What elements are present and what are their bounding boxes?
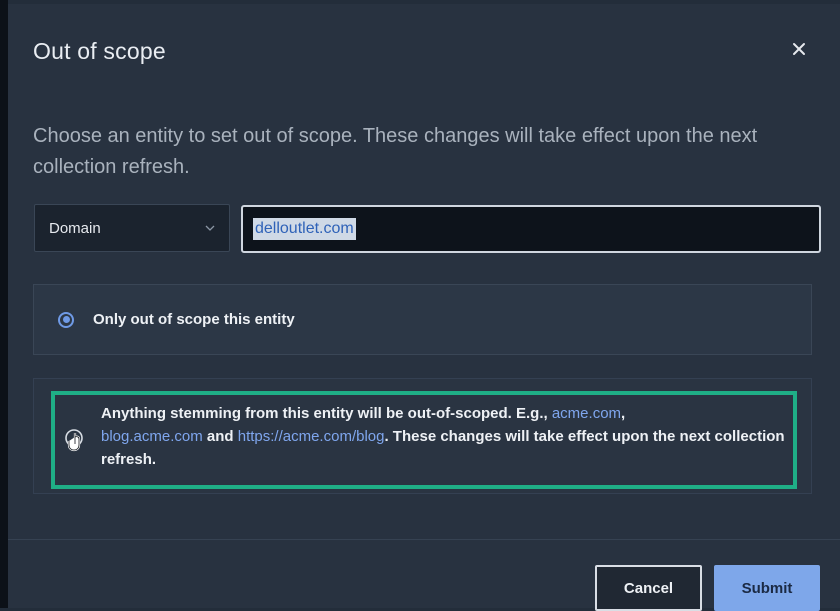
- radio-selected[interactable]: [58, 311, 74, 328]
- close-button[interactable]: [786, 36, 812, 62]
- option-only-this-entity[interactable]: Only out of scope this entity: [33, 284, 812, 355]
- example-link-url[interactable]: https://acme.com/blog: [238, 428, 385, 445]
- close-icon: [793, 43, 805, 55]
- background-strip: [0, 0, 8, 608]
- option-stemming-entities-label: Anything stemming from this entity will …: [101, 405, 785, 468]
- footer-divider: [8, 539, 840, 540]
- hand-pointer-cursor-icon: [65, 429, 83, 452]
- option-only-this-entity-label: Only out of scope this entity: [93, 311, 295, 328]
- entity-input-value: delloutlet.com: [253, 218, 356, 240]
- chevron-down-icon: [205, 225, 215, 231]
- entity-type-selected-label: Domain: [49, 219, 101, 237]
- example-link-acme[interactable]: acme.com: [552, 405, 621, 422]
- dialog-title: Out of scope: [33, 38, 166, 64]
- entity-type-select[interactable]: Domain: [34, 204, 230, 252]
- submit-button[interactable]: Submit: [714, 565, 820, 611]
- cancel-button[interactable]: Cancel: [595, 565, 702, 611]
- entity-input[interactable]: delloutlet.com: [241, 205, 821, 253]
- dialog-description: Choose an entity to set out of scope. Th…: [33, 125, 758, 178]
- example-link-blog[interactable]: blog.acme.com: [101, 428, 203, 445]
